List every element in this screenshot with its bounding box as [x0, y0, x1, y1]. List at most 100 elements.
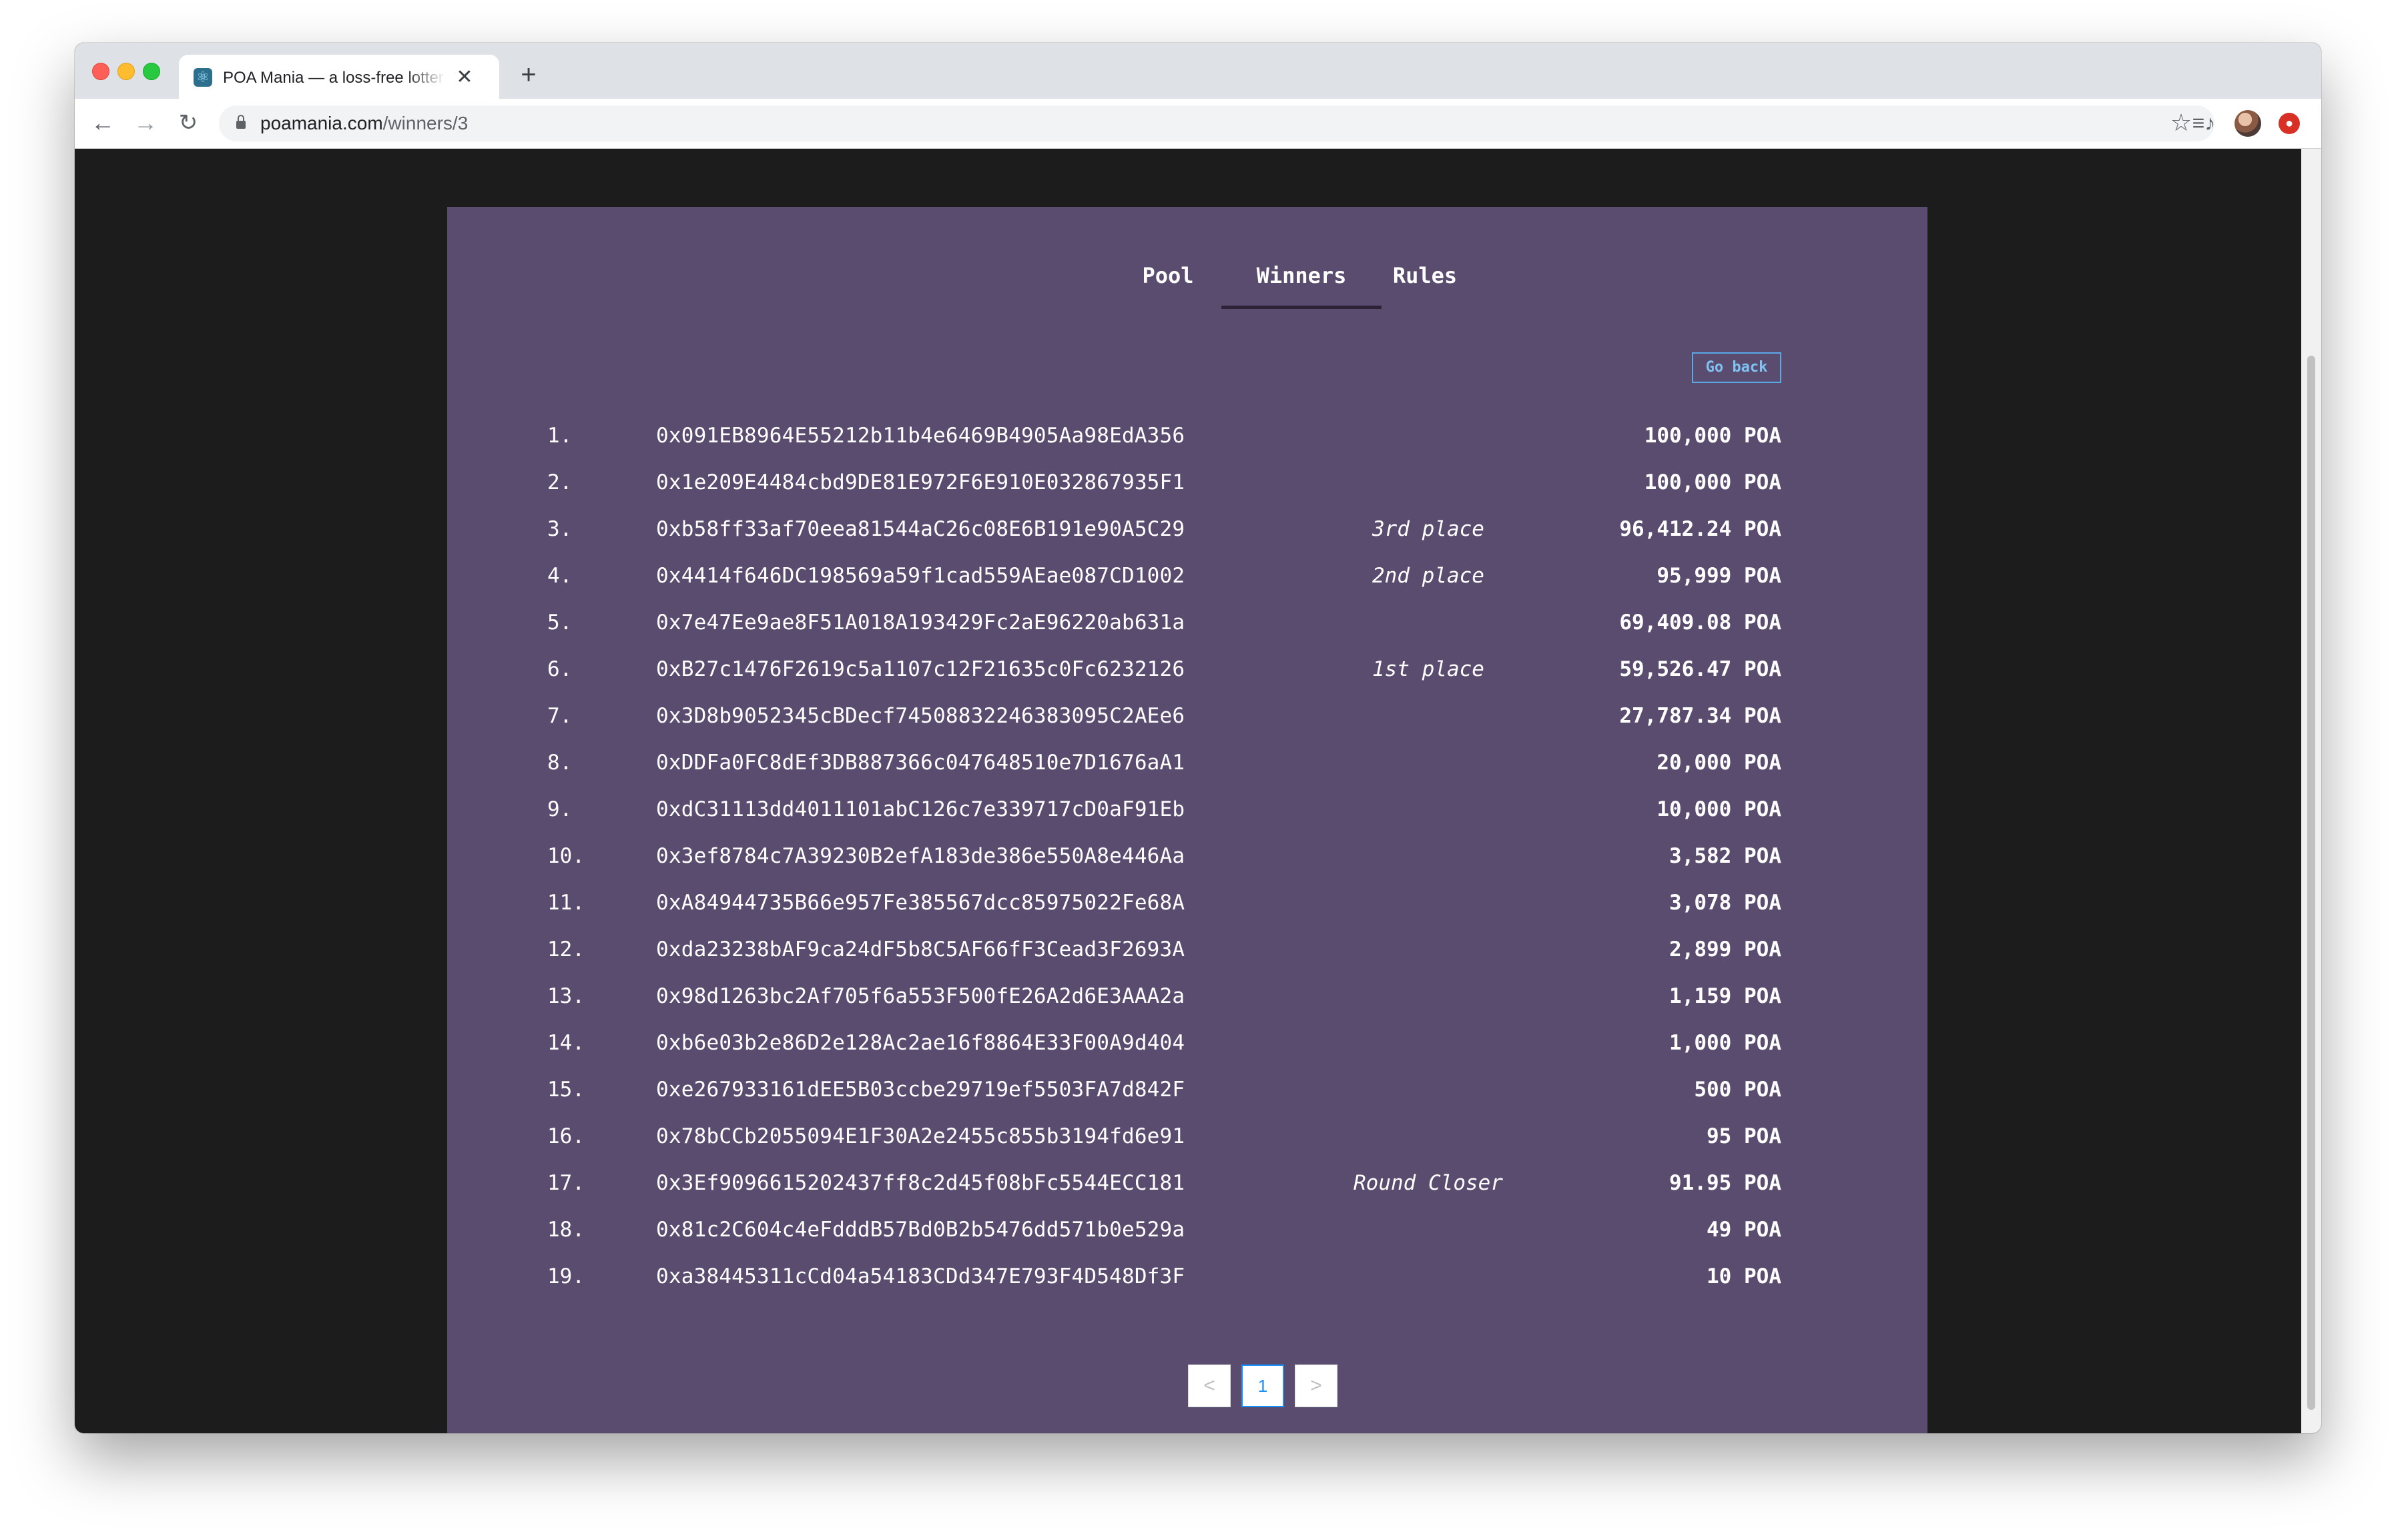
- winner-address: 0xa38445311cCd04a54183CDd347E793F4D548Df…: [656, 1264, 1185, 1288]
- winner-amount: 100,000 POA: [1644, 470, 1781, 494]
- winner-amount: 3,582 POA: [1669, 844, 1781, 868]
- main-nav: Pool Winners Rules: [447, 207, 1927, 314]
- winner-row: 9. 0xdC31113dd4011101abC126c7e339717cD0aF…: [447, 794, 1927, 825]
- winner-row: 10. 0x3ef8784c7A39230B2efA183de386e550A8e…: [447, 841, 1927, 871]
- browser-window: ⚛ POA Mania — a loss-free lottery ✕ + ← …: [75, 43, 2321, 1433]
- browser-tab[interactable]: ⚛ POA Mania — a loss-free lottery ✕: [179, 55, 499, 99]
- lock-icon[interactable]: [236, 115, 246, 129]
- media-control-icon[interactable]: ≡♪: [2189, 108, 2218, 137]
- prev-page-button[interactable]: <: [1188, 1365, 1231, 1407]
- winner-address: 0xDDFa0FC8dEf3DB887366c047648510e7D1676a…: [656, 751, 1185, 775]
- winner-row: 5. 0x7e47Ee9ae8F51A018A193429Fc2aE96220ab…: [447, 607, 1927, 638]
- winner-rank: 5.: [547, 611, 573, 635]
- winner-amount: 20,000 POA: [1657, 751, 1781, 775]
- winner-amount: 3,078 POA: [1669, 891, 1781, 915]
- winner-row: 6. 0xB27c1476F2619c5a1107c12F21635c0Fc623…: [447, 654, 1927, 685]
- tab-pool[interactable]: Pool: [1115, 259, 1221, 292]
- tab-strip: ⚛ POA Mania — a loss-free lottery ✕ +: [75, 43, 2321, 99]
- winner-rank: 13.: [547, 984, 585, 1008]
- winner-amount: 10 POA: [1707, 1264, 1781, 1288]
- winner-amount: 59,526.47 POA: [1619, 657, 1781, 681]
- winner-rank: 16.: [547, 1124, 585, 1148]
- tab-winners[interactable]: Winners: [1221, 259, 1382, 309]
- winner-rank: 15.: [547, 1078, 585, 1102]
- winner-address: 0xb6e03b2e86D2e128Ac2ae16f8864E33F00A9d4…: [656, 1031, 1185, 1055]
- winner-address: 0x7e47Ee9ae8F51A018A193429Fc2aE96220ab63…: [656, 611, 1185, 635]
- next-page-button[interactable]: >: [1295, 1365, 1337, 1407]
- winner-address: 0x3ef8784c7A39230B2efA183de386e550A8e446…: [656, 844, 1185, 868]
- minimize-window-button[interactable]: [117, 63, 135, 80]
- winner-rank: 19.: [547, 1264, 585, 1288]
- winner-amount: 95 POA: [1707, 1124, 1781, 1148]
- winner-row: 19. 0xa38445311cCd04a54183CDd347E793F4D54…: [447, 1261, 1927, 1292]
- reload-icon[interactable]: ↻: [174, 108, 203, 137]
- url-host: poamania.com: [260, 113, 383, 133]
- winners-panel: Pool Winners Rules Go back 1. 0x091EB8964…: [447, 207, 1927, 1433]
- winner-row: 12. 0xda23238bAF9ca24dF5b8C5AF66fF3Cead3F…: [447, 934, 1927, 965]
- winner-row: 18. 0x81c2C604c4eFdddB57Bd0B2b5476dd571b0…: [447, 1214, 1927, 1245]
- winner-rank: 9.: [547, 797, 573, 821]
- winner-row: 13. 0x98d1263bc2Af705f6a553F500fE26A2d6E3…: [447, 981, 1927, 1012]
- winner-address: 0x091EB8964E55212b11b4e6469B4905Aa98EdA3…: [656, 424, 1185, 448]
- go-back-button[interactable]: Go back: [1692, 352, 1781, 383]
- forward-arrow-icon[interactable]: →: [131, 108, 160, 137]
- winner-row: 16. 0x78bCCb2055094E1F30A2e2455c855b3194f…: [447, 1121, 1927, 1152]
- winner-rank: 17.: [547, 1171, 585, 1195]
- winner-address: 0xb58ff33af70eea81544aC26c08E6B191e90A5C…: [656, 517, 1185, 541]
- close-window-button[interactable]: [92, 63, 109, 80]
- winner-address: 0xda23238bAF9ca24dF5b8C5AF66fF3Cead3F269…: [656, 937, 1185, 961]
- winner-address: 0x98d1263bc2Af705f6a553F500fE26A2d6E3AAA…: [656, 984, 1185, 1008]
- extension-icon[interactable]: ●: [2279, 113, 2300, 134]
- profile-avatar[interactable]: [2234, 110, 2261, 137]
- winner-rank: 14.: [547, 1031, 585, 1055]
- winner-amount: 2,899 POA: [1669, 937, 1781, 961]
- winner-amount: 1,159 POA: [1669, 984, 1781, 1008]
- page-viewport: Pool Winners Rules Go back 1. 0x091EB8964…: [75, 149, 2301, 1433]
- tab-rules[interactable]: Rules: [1382, 259, 1468, 292]
- react-favicon-icon: ⚛: [194, 68, 212, 87]
- winner-rank: 6.: [547, 657, 573, 681]
- winner-row: 8. 0xDDFa0FC8dEf3DB887366c047648510e7D167…: [447, 747, 1927, 778]
- winner-address: 0xe267933161dEE5B03ccbe29719ef5503FA7d84…: [656, 1078, 1185, 1102]
- back-arrow-icon[interactable]: ←: [88, 108, 117, 137]
- winner-rank: 3.: [547, 517, 573, 541]
- address-toolbar: ← → ↻ poamania.com/winners/3 ☆ ≡♪ ●: [75, 99, 2321, 149]
- winner-amount: 49 POA: [1707, 1218, 1781, 1242]
- winner-amount: 500 POA: [1694, 1078, 1781, 1102]
- zoom-window-button[interactable]: [143, 63, 160, 80]
- scrollbar-thumb[interactable]: [2307, 356, 2315, 1410]
- winner-address: 0x81c2C604c4eFdddB57Bd0B2b5476dd571b0e52…: [656, 1218, 1185, 1242]
- winner-address: 0xA84944735B66e957Fe385567dcc85975022Fe6…: [656, 891, 1185, 915]
- url-path: /winners/3: [382, 113, 469, 133]
- winner-amount: 96,412.24 POA: [1619, 517, 1781, 541]
- winner-row: 17. 0x3Ef9096615202437ff8c2d45f08bFc5544E…: [447, 1168, 1927, 1198]
- winner-amount: 91.95 POA: [1669, 1171, 1781, 1195]
- winner-address: 0x1e209E4484cbd9DE81E972F6E910E032867935…: [656, 470, 1185, 494]
- page-scrollbar[interactable]: [2301, 149, 2321, 1433]
- winner-amount: 100,000 POA: [1644, 424, 1781, 448]
- tab-title-fade: [406, 64, 446, 91]
- winner-row: 1. 0x091EB8964E55212b11b4e6469B4905Aa98Ed…: [447, 420, 1927, 451]
- winner-rank: 10.: [547, 844, 585, 868]
- winner-address: 0xdC31113dd4011101abC126c7e339717cD0aF91…: [656, 797, 1185, 821]
- winner-row: 11. 0xA84944735B66e957Fe385567dcc85975022…: [447, 887, 1927, 918]
- winner-address: 0x78bCCb2055094E1F30A2e2455c855b3194fd6e…: [656, 1124, 1185, 1148]
- winner-rank: 18.: [547, 1218, 585, 1242]
- winner-amount: 1,000 POA: [1669, 1031, 1781, 1055]
- new-tab-button[interactable]: +: [515, 61, 542, 88]
- winner-amount: 10,000 POA: [1657, 797, 1781, 821]
- winner-address: 0xB27c1476F2619c5a1107c12F21635c0Fc62321…: [656, 657, 1185, 681]
- winner-amount: 95,999 POA: [1657, 564, 1781, 588]
- page-1-button[interactable]: 1: [1241, 1365, 1284, 1407]
- winner-rank: 11.: [547, 891, 585, 915]
- winner-row: 2. 0x1e209E4484cbd9DE81E972F6E910E0328679…: [447, 467, 1927, 498]
- winner-amount: 27,787.34 POA: [1619, 704, 1781, 728]
- winner-rank: 4.: [547, 564, 573, 588]
- winner-rank: 1.: [547, 424, 573, 448]
- address-bar[interactable]: poamania.com/winners/3 ☆: [219, 105, 2214, 141]
- winner-rank: 8.: [547, 751, 573, 775]
- winner-address: 0x3D8b9052345cBDecf74508832246383095C2AE…: [656, 704, 1185, 728]
- url-text[interactable]: poamania.com/winners/3: [260, 113, 468, 133]
- tab-close-icon[interactable]: ✕: [453, 65, 477, 89]
- winner-row: 7. 0x3D8b9052345cBDecf74508832246383095C2…: [447, 701, 1927, 731]
